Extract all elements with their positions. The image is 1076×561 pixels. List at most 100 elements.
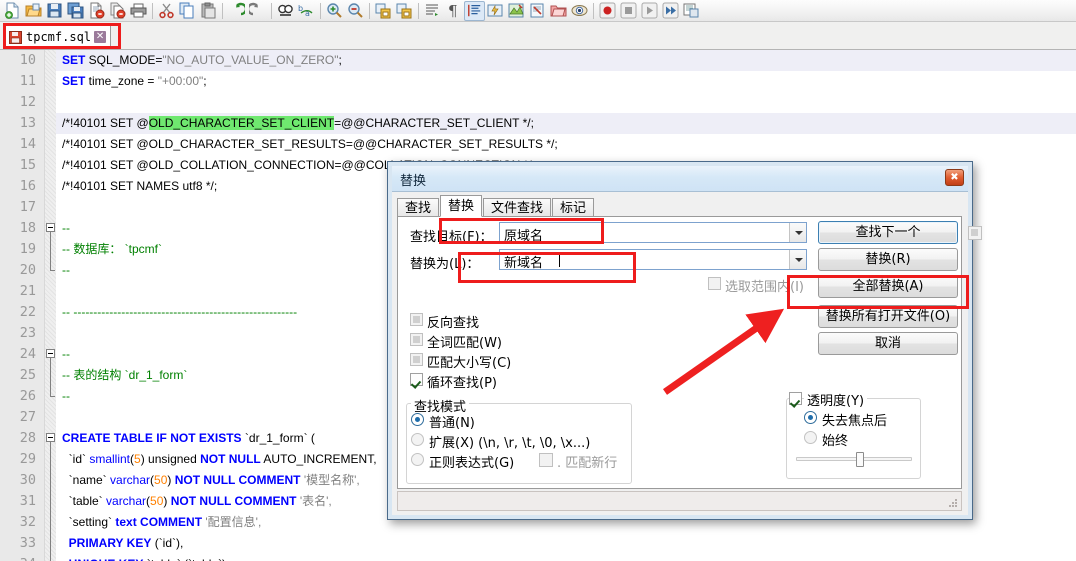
save-icon[interactable] xyxy=(44,1,65,21)
close-file-icon[interactable] xyxy=(86,1,107,21)
wrap-around-checkbox[interactable] xyxy=(410,373,423,386)
new-file-icon[interactable] xyxy=(2,1,23,21)
stop-recording-icon[interactable] xyxy=(618,1,639,21)
line-number: 28 xyxy=(0,428,36,449)
keep-open-checkbox[interactable] xyxy=(968,226,982,240)
fold-collapse-icon[interactable] xyxy=(46,433,55,442)
code-line[interactable]: `table` varchar(50) NOT NULL COMMENT '表名… xyxy=(62,491,332,512)
chevron-down-icon[interactable] xyxy=(789,250,806,269)
transparency-slider-track[interactable] xyxy=(796,457,912,461)
code-line[interactable]: -- xyxy=(62,344,70,365)
tab-find-in-files[interactable]: 文件查找 xyxy=(483,198,551,217)
cancel-button[interactable]: 取消 xyxy=(818,332,958,355)
document-map-icon[interactable] xyxy=(527,1,548,21)
line-number: 17 xyxy=(0,197,36,218)
toolbar-separator xyxy=(149,2,156,20)
code-token: ; xyxy=(203,74,206,88)
code-line[interactable]: /*!40101 SET @OLD_CHARACTER_SET_RESULTS=… xyxy=(62,134,558,155)
line-number: 18 xyxy=(0,218,36,239)
resize-grip[interactable] xyxy=(948,498,958,508)
code-token: PRIMARY KEY xyxy=(62,536,151,550)
code-token: `setting` xyxy=(62,515,115,529)
code-line[interactable]: `name` varchar(50) NOT NULL COMMENT '模型名… xyxy=(62,470,360,491)
match-case-checkbox[interactable] xyxy=(410,353,423,366)
dot-matches-newline-checkbox[interactable] xyxy=(539,453,553,467)
print-icon[interactable] xyxy=(128,1,149,21)
record-macro-icon[interactable] xyxy=(597,1,618,21)
code-line[interactable]: `setting` text COMMENT '配置信息', xyxy=(62,512,261,533)
run-macro-multiple-icon[interactable] xyxy=(660,1,681,21)
fold-collapse-icon[interactable] xyxy=(46,223,55,232)
close-icon[interactable]: ✖ xyxy=(945,169,964,186)
line-number: 29 xyxy=(0,449,36,470)
code-line[interactable]: /*!40101 SET @OLD_CHARACTER_SET_CLIENT=@… xyxy=(62,113,534,134)
code-line[interactable]: -- xyxy=(62,260,70,281)
toolbar-separator xyxy=(317,2,324,20)
in-selection-checkbox[interactable] xyxy=(708,277,721,290)
undo-icon[interactable] xyxy=(226,1,247,21)
transparency-always-radio[interactable] xyxy=(804,431,817,444)
monitoring-icon[interactable] xyxy=(569,1,590,21)
annotation-replace-label-box xyxy=(458,252,636,283)
transparency-checkbox[interactable] xyxy=(789,392,802,405)
code-line[interactable]: `id` smallint(5) unsigned NOT NULL AUTO_… xyxy=(62,449,377,470)
show-ui-icon[interactable] xyxy=(485,1,506,21)
code-line[interactable]: /*!40101 SET NAMES utf8 */; xyxy=(62,176,217,197)
indent-guide-icon[interactable] xyxy=(464,1,485,21)
save-macro-icon[interactable] xyxy=(681,1,702,21)
show-all-characters-icon[interactable]: ¶ xyxy=(443,1,464,21)
copy-icon[interactable] xyxy=(177,1,198,21)
tab-replace[interactable]: 替换 xyxy=(440,195,482,217)
code-line[interactable]: -- xyxy=(62,218,70,239)
code-token: SET xyxy=(62,53,85,67)
cancel-label: 取消 xyxy=(819,333,957,354)
open-file-icon[interactable] xyxy=(23,1,44,21)
transparency-always-label: 始终 xyxy=(822,430,848,449)
fold-collapse-icon[interactable] xyxy=(46,349,55,358)
code-token: smallint xyxy=(89,452,130,466)
find-icon[interactable] xyxy=(275,1,296,21)
find-next-button[interactable]: 查找下一个 xyxy=(818,221,958,244)
transparency-on-lose-focus-radio[interactable] xyxy=(804,411,817,424)
code-line[interactable]: -- 表的结构 `dr_1_form` xyxy=(62,365,187,386)
fold-guide-end xyxy=(50,270,55,271)
save-all-icon[interactable] xyxy=(65,1,86,21)
backward-direction-checkbox[interactable] xyxy=(410,313,423,326)
replace-icon[interactable]: ba xyxy=(296,1,317,21)
chevron-down-icon[interactable] xyxy=(789,223,806,242)
code-line[interactable]: -- -------------------------------------… xyxy=(62,302,297,323)
tab-mark[interactable]: 标记 xyxy=(552,198,594,217)
replace-button[interactable]: 替换(R) xyxy=(818,248,958,271)
search-mode-regex-radio[interactable] xyxy=(411,453,424,466)
code-line[interactable]: -- 数据库： `tpcmf` xyxy=(62,239,162,260)
search-mode-normal-radio[interactable] xyxy=(411,413,424,426)
search-mode-regex-label: 正则表达式(G) xyxy=(429,452,514,471)
code-line[interactable]: CREATE TABLE IF NOT EXISTS `dr_1_form` ( xyxy=(62,428,315,449)
code-token: -- xyxy=(62,221,70,235)
code-line[interactable]: SET time_zone = "+00:00"; xyxy=(62,71,207,92)
cut-icon[interactable] xyxy=(156,1,177,21)
zoom-out-icon[interactable] xyxy=(345,1,366,21)
code-line[interactable]: SET SQL_MODE="NO_AUTO_VALUE_ON_ZERO"; xyxy=(62,50,342,71)
code-token: /*!40101 SET @ xyxy=(62,116,149,130)
code-line[interactable]: UNIQUE KEY `table` (`table`) xyxy=(62,554,226,561)
tab-find[interactable]: 查找 xyxy=(397,198,439,217)
transparency-slider-thumb[interactable] xyxy=(856,452,864,467)
paste-icon[interactable] xyxy=(198,1,219,21)
close-all-icon[interactable] xyxy=(107,1,128,21)
match-whole-word-checkbox[interactable] xyxy=(410,333,423,346)
code-token: "+00:00" xyxy=(158,74,204,88)
sync-vertical-scroll-icon[interactable] xyxy=(373,1,394,21)
user-defined-language-icon[interactable] xyxy=(506,1,527,21)
zoom-in-icon[interactable] xyxy=(324,1,345,21)
word-wrap-icon[interactable] xyxy=(422,1,443,21)
dialog-title-bar[interactable]: 替换 ✖ xyxy=(392,166,968,192)
redo-icon[interactable] xyxy=(247,1,268,21)
code-line[interactable]: -- xyxy=(62,386,70,407)
function-list-icon[interactable] xyxy=(548,1,569,21)
search-mode-extended-radio[interactable] xyxy=(411,433,424,446)
sync-horizontal-scroll-icon[interactable] xyxy=(394,1,415,21)
code-line[interactable]: PRIMARY KEY (`id`), xyxy=(62,533,183,554)
play-macro-icon[interactable] xyxy=(639,1,660,21)
code-token: OLD_CHARACTER_SET_CLIENT xyxy=(149,116,334,130)
